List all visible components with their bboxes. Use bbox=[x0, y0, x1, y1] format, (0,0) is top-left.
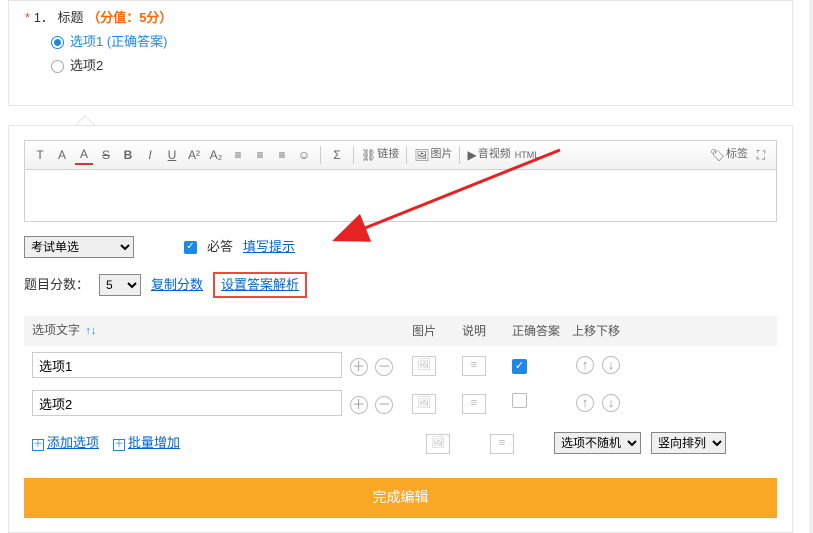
separator bbox=[406, 146, 407, 164]
answer-analysis-highlight: 设置答案解析 bbox=[213, 272, 307, 298]
question-type-select[interactable]: 考试单选 bbox=[24, 236, 134, 258]
superscript-icon[interactable]: A² bbox=[185, 145, 203, 165]
image-icon[interactable]: 🖼 bbox=[412, 356, 436, 376]
option-label: 选项2 bbox=[70, 57, 103, 75]
separator bbox=[353, 146, 354, 164]
add-icon[interactable]: ＋ bbox=[350, 396, 368, 414]
fullscreen-icon[interactable]: ⛶ bbox=[752, 145, 770, 165]
separator bbox=[459, 146, 460, 164]
font-case-icon[interactable]: A bbox=[53, 145, 71, 165]
radio-icon bbox=[51, 36, 64, 49]
remove-icon[interactable]: － bbox=[375, 358, 393, 376]
correct-checkbox[interactable]: ✓ bbox=[512, 359, 527, 374]
move-down-icon[interactable]: ↓ bbox=[602, 356, 620, 374]
subscript-icon[interactable]: A₂ bbox=[207, 145, 225, 165]
radio-icon bbox=[51, 60, 64, 73]
underline-icon[interactable]: U bbox=[163, 145, 181, 165]
font-color-icon[interactable]: A bbox=[75, 145, 93, 165]
shuffle-select[interactable]: 选项不随机 bbox=[554, 432, 641, 454]
options-footer: ＋添加选项 ＋批量增加 🖼 ≡ 选项不随机 竖向排列 bbox=[24, 422, 777, 464]
question-score: （分值：5分） bbox=[87, 10, 172, 25]
image-icon[interactable]: 🖼 bbox=[426, 434, 450, 454]
image-icon[interactable]: 🖼 bbox=[412, 394, 436, 414]
rich-text-toolbar: T A A S B I U A² A₂ ≡ ≡ ≡ ☺ Σ ⛓链接 🖼图片 ▶音… bbox=[24, 140, 777, 170]
description-icon[interactable]: ≡ bbox=[490, 434, 514, 454]
media-button[interactable]: ▶音视频 bbox=[467, 145, 510, 165]
col-image: 图片 bbox=[412, 323, 462, 340]
move-up-icon[interactable]: ↑ bbox=[576, 356, 594, 374]
media-icon: ▶ bbox=[467, 147, 476, 164]
question-number: 1． bbox=[34, 10, 54, 25]
align-right-icon[interactable]: ≡ bbox=[273, 145, 291, 165]
batch-add-link[interactable]: ＋批量增加 bbox=[113, 434, 180, 452]
font-family-icon[interactable]: T bbox=[31, 145, 49, 165]
strikethrough-icon[interactable]: S bbox=[97, 145, 115, 165]
score-label: 题目分数： bbox=[24, 276, 89, 294]
emoji-icon[interactable]: ☺ bbox=[295, 145, 313, 165]
description-icon[interactable]: ≡ bbox=[462, 356, 486, 376]
col-desc: 说明 bbox=[462, 323, 512, 340]
layout-select[interactable]: 竖向排列 bbox=[651, 432, 726, 454]
move-up-icon[interactable]: ↑ bbox=[576, 394, 594, 412]
sort-icon[interactable]: ↑↓ bbox=[85, 325, 96, 337]
option-label: 选项1 (正确答案) bbox=[70, 33, 168, 51]
col-move: 上移下移 bbox=[572, 323, 769, 340]
copy-score-link[interactable]: 复制分数 bbox=[151, 276, 203, 294]
question-preview: * 1． 标题 （分值：5分） 选项1 (正确答案) 选项2 bbox=[8, 0, 793, 106]
add-option-link[interactable]: ＋添加选项 bbox=[32, 434, 99, 452]
html-button[interactable]: HTML bbox=[515, 145, 540, 165]
required-label: 必答 bbox=[207, 238, 233, 256]
correct-checkbox[interactable] bbox=[512, 393, 527, 408]
formula-icon[interactable]: Σ bbox=[328, 145, 346, 165]
remove-icon[interactable]: － bbox=[375, 396, 393, 414]
table-row: ＋ － 🖼 ≡ ✓ ↑ ↓ bbox=[24, 346, 777, 384]
required-checkbox[interactable]: ✓ bbox=[184, 241, 197, 254]
tag-icon: 🏷 bbox=[710, 147, 725, 164]
tag-button[interactable]: 🏷标签 bbox=[710, 145, 748, 165]
preview-option-1[interactable]: 选项1 (正确答案) bbox=[51, 33, 776, 51]
required-asterisk: * bbox=[25, 10, 30, 25]
scrollbar-edge bbox=[809, 0, 813, 533]
table-row: ＋ － 🖼 ≡ ↑ ↓ bbox=[24, 384, 777, 422]
bold-icon[interactable]: B bbox=[119, 145, 137, 165]
align-center-icon[interactable]: ≡ bbox=[251, 145, 269, 165]
link-button[interactable]: ⛓链接 bbox=[361, 145, 399, 165]
rich-text-editor[interactable] bbox=[24, 170, 777, 222]
editor-panel: T A A S B I U A² A₂ ≡ ≡ ≡ ☺ Σ ⛓链接 🖼图片 ▶音… bbox=[8, 125, 793, 533]
separator bbox=[320, 146, 321, 164]
question-heading: * 1． 标题 （分值：5分） bbox=[25, 9, 776, 27]
image-button[interactable]: 🖼图片 bbox=[414, 145, 452, 165]
options-table-header: 选项文字 ↑↓ 图片 说明 正确答案 上移下移 bbox=[24, 316, 777, 346]
col-option: 选项文字 bbox=[32, 323, 80, 337]
fill-hint-link[interactable]: 填写提示 bbox=[243, 238, 295, 256]
option-text-input[interactable] bbox=[32, 390, 342, 416]
align-left-icon[interactable]: ≡ bbox=[229, 145, 247, 165]
answer-analysis-link[interactable]: 设置答案解析 bbox=[221, 277, 299, 292]
plus-icon: ＋ bbox=[32, 439, 44, 451]
image-icon: 🖼 bbox=[414, 147, 429, 164]
add-icon[interactable]: ＋ bbox=[350, 358, 368, 376]
link-icon: ⛓ bbox=[361, 147, 376, 164]
description-icon[interactable]: ≡ bbox=[462, 394, 486, 414]
preview-option-2[interactable]: 选项2 bbox=[51, 57, 776, 75]
question-title: 标题 bbox=[58, 10, 84, 25]
finish-edit-button[interactable]: 完成编辑 bbox=[24, 478, 777, 518]
move-down-icon[interactable]: ↓ bbox=[602, 394, 620, 412]
score-select[interactable]: 5 bbox=[99, 274, 141, 296]
col-correct: 正确答案 bbox=[512, 323, 572, 340]
italic-icon[interactable]: I bbox=[141, 145, 159, 165]
option-text-input[interactable] bbox=[32, 352, 342, 378]
plus-icon: ＋ bbox=[113, 439, 125, 451]
